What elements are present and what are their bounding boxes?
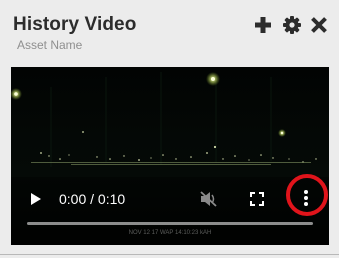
- volume-muted-icon[interactable]: [199, 190, 219, 208]
- video-timestamp-overlay: NOV 12 17 WAP 14:10:23 kAH: [128, 230, 212, 236]
- panel-title: History Video: [13, 14, 137, 35]
- progress-bar[interactable]: [27, 222, 313, 225]
- history-video-panel: History Video Asset Name 0:00 / 0:10 NOV…: [0, 0, 339, 258]
- fullscreen-icon[interactable]: [249, 191, 265, 207]
- highlight-circle: [286, 174, 328, 216]
- video-player[interactable]: 0:00 / 0:10 NOV 12 17 WAP 14:10:23 kAH: [11, 67, 329, 245]
- gear-icon[interactable]: [282, 15, 302, 35]
- time-display: 0:00 / 0:10: [59, 191, 126, 207]
- night-scene: [11, 67, 329, 245]
- divider: [0, 254, 339, 255]
- panel-subtitle: Asset Name: [17, 38, 83, 52]
- plus-icon[interactable]: [253, 15, 273, 35]
- play-icon[interactable]: [28, 191, 44, 207]
- close-icon[interactable]: [309, 15, 329, 35]
